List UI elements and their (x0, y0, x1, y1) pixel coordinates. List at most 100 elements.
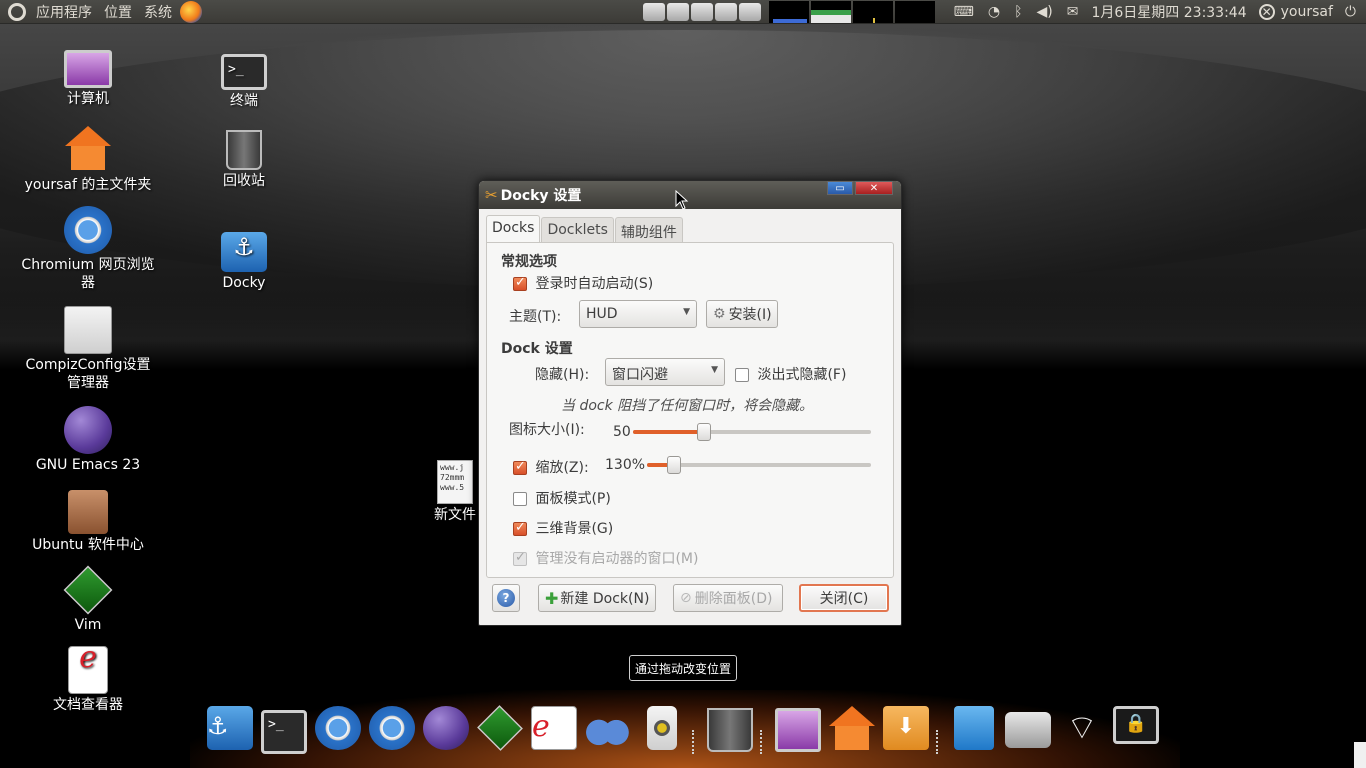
desktop-icon-vim[interactable]: Vim (13, 565, 163, 634)
close-button[interactable]: 关闭(C) (799, 584, 889, 612)
delete-panel-button: ⊘ 删除面板(D) (673, 584, 783, 612)
tab-docks[interactable]: Docks (486, 215, 541, 244)
screen-corner-scroll[interactable] (1354, 742, 1366, 768)
panel-launcher-icon[interactable] (642, 3, 665, 21)
zoom-value: 130% (605, 457, 646, 473)
menu-applications[interactable]: 应用程序 (30, 2, 98, 22)
theme-select[interactable]: HUD ▼ (579, 300, 697, 328)
zoom-slider-handle[interactable] (666, 456, 681, 474)
panel-mode-option[interactable]: 面板模式(P) (513, 488, 611, 508)
dock-item-lock-screen[interactable] (1112, 706, 1160, 754)
dock-item-emacs[interactable] (422, 706, 470, 754)
bluetooth-icon[interactable]: ᛒ (1014, 4, 1022, 20)
desktop-icon-label: 计算机 (67, 91, 109, 107)
threed-background-option[interactable]: 三维背景(G) (513, 518, 613, 538)
desktop-icon-label: 文档查看器 (53, 697, 123, 713)
clock[interactable]: 1月6日星期四 23:33:44 (1091, 2, 1246, 22)
delete-icon: ⊘ (680, 590, 692, 606)
tab-docklets[interactable]: Docklets (541, 217, 614, 243)
fade-hide-option[interactable]: 淡出式隐藏(F) (735, 364, 846, 384)
dock-item-wifi[interactable] (1058, 706, 1106, 754)
compizconfig-icon (64, 306, 112, 354)
tab-helpers[interactable]: 辅助组件 (614, 217, 683, 243)
dock-item-docky[interactable] (206, 706, 254, 754)
dock-item-terminal[interactable] (260, 706, 308, 754)
install-button-label: 安装(I) (728, 307, 772, 323)
chromium-icon (369, 706, 415, 750)
network-graph (852, 1, 893, 23)
ubuntu-logo-icon[interactable] (8, 2, 26, 21)
menu-system[interactable]: 系统 (138, 2, 178, 22)
dock-tooltip: 通过拖动改变位置 (629, 655, 737, 681)
dock-separator (936, 730, 940, 754)
menu-places[interactable]: 位置 (98, 2, 138, 22)
system-monitor[interactable] (768, 1, 937, 23)
icon-size-slider-fill (633, 430, 705, 434)
help-button[interactable]: ? (492, 584, 520, 612)
panel-launcher-icon[interactable] (690, 3, 713, 21)
desktop-icon-chromium[interactable]: Chromium 网页浏览器 (13, 206, 163, 292)
zoom-slider[interactable] (647, 456, 871, 474)
help-icon: ? (497, 589, 515, 607)
dock-item-drive[interactable] (1004, 706, 1052, 754)
maximize-button[interactable]: ▭ (827, 181, 853, 195)
volume-icon[interactable]: ◀) (1037, 4, 1053, 20)
panel-launchers (642, 3, 763, 21)
dock-item-feet[interactable] (584, 706, 632, 754)
general-section-title: 常规选项 (501, 254, 557, 270)
zoom-checkbox[interactable] (513, 459, 527, 475)
fade-hide-checkbox[interactable] (735, 368, 749, 382)
panel-mode-checkbox[interactable] (513, 492, 527, 506)
icon-size-slider[interactable] (633, 423, 871, 441)
power-icon[interactable]: ⏻ (1345, 4, 1356, 20)
dock-item-chromium-2[interactable] (368, 706, 416, 754)
autostart-checkbox[interactable] (513, 275, 527, 291)
user-status-icon: ✕ (1258, 4, 1275, 20)
add-icon: ✚ (545, 588, 559, 608)
firefox-icon[interactable] (180, 0, 202, 23)
close-window-button[interactable]: ✕ (855, 181, 893, 195)
hide-mode-select[interactable]: 窗口闪避 ▼ (605, 358, 725, 386)
install-theme-button[interactable]: ⚙ 安装(I) (706, 300, 778, 328)
panel-launcher-icon[interactable] (738, 3, 761, 21)
dialog-titlebar[interactable]: ✂ Docky 设置 ▭ ✕ (479, 181, 901, 209)
dock-item-trash[interactable] (706, 706, 754, 754)
desktop-icon-docky[interactable]: Docky (169, 226, 319, 292)
chevron-down-icon: ▼ (683, 307, 690, 317)
panel-launcher-icon[interactable] (714, 3, 737, 21)
dock-item-home[interactable] (828, 706, 876, 754)
dock-item-blue-folder[interactable] (950, 706, 998, 754)
dock-item-chromium[interactable] (314, 706, 362, 754)
wifi-icon[interactable]: ◔ (988, 4, 1000, 20)
desktop-icon-computer[interactable]: 计算机 (13, 44, 163, 108)
chromium-icon (64, 206, 112, 254)
dock-item-computer[interactable] (774, 706, 822, 754)
desktop-icon-home[interactable]: yoursaf 的主文件夹 (13, 126, 163, 194)
dock-item-document-viewer[interactable] (530, 706, 578, 754)
close-button-label: 关闭(C) (819, 591, 869, 607)
autostart-option[interactable]: 登录时自动启动(S) (513, 273, 653, 293)
dock-separator (692, 730, 696, 754)
mail-icon[interactable]: ✉ (1067, 4, 1079, 20)
vim-icon (63, 565, 113, 615)
dock-item-speaker[interactable] (638, 706, 686, 754)
threed-background-checkbox[interactable] (513, 520, 527, 536)
dock-item-downloads[interactable] (882, 706, 930, 754)
vim-icon (477, 705, 523, 751)
panel-launcher-icon[interactable] (666, 3, 689, 21)
keyboard-icon[interactable]: ⌨ (954, 4, 974, 20)
terminal-icon (221, 54, 267, 90)
desktop-icon-trash[interactable]: 回收站 (169, 124, 319, 190)
desktop-icon-label: GNU Emacs 23 (35, 457, 141, 473)
desktop-icon-software-center[interactable]: Ubuntu 软件中心 (13, 486, 163, 554)
desktop-icon-emacs[interactable]: GNU Emacs 23 (13, 406, 163, 474)
user-menu[interactable]: ✕ yoursaf (1258, 4, 1333, 20)
dock-item-vim[interactable] (476, 705, 524, 754)
new-dock-button[interactable]: ✚ 新建 Dock(N) (538, 584, 656, 612)
theme-label: 主题(T): (509, 309, 562, 325)
zoom-option[interactable]: 缩放(Z): (513, 457, 589, 477)
icon-size-slider-handle[interactable] (697, 423, 712, 441)
desktop-icon-document-viewer[interactable]: 文档查看器 (13, 646, 163, 714)
desktop-icon-compizconfig[interactable]: CompizConfig设置管理器 (13, 306, 163, 392)
desktop-icon-terminal[interactable]: 终端 (169, 46, 319, 110)
